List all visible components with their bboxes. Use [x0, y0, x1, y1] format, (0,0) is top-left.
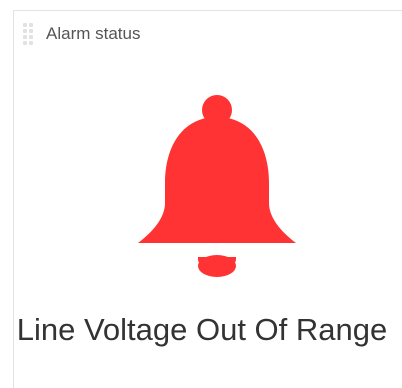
alarm-status-widget: Alarm status Line Voltage Out Of Range — [13, 10, 402, 388]
widget-title: Alarm status — [46, 24, 141, 43]
bell-icon — [138, 95, 296, 277]
widget-header: Alarm status — [14, 11, 402, 55]
alarm-status-text: Line Voltage Out Of Range — [16, 312, 388, 347]
drag-handle-icon[interactable] — [23, 23, 35, 45]
